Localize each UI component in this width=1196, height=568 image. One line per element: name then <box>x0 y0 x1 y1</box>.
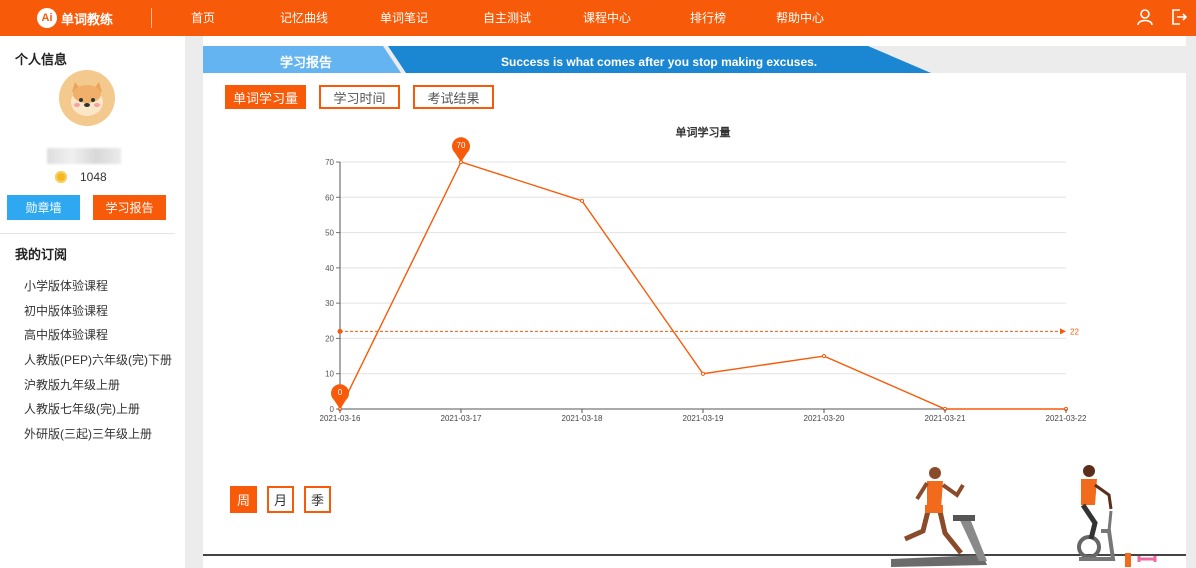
main-content: 学习报告 Success is what comes after you sto… <box>203 36 1186 568</box>
subscription-item[interactable]: 小学版体验课程 <box>24 277 108 294</box>
coin-icon <box>55 171 67 183</box>
subscription-item[interactable]: 初中版体验课程 <box>24 302 108 319</box>
x-tick-label: 2021-03-17 <box>441 414 482 423</box>
right-gutter <box>1186 36 1196 568</box>
max-marker-label: 70 <box>457 141 466 150</box>
subscriptions-heading: 我的订阅 <box>15 247 68 262</box>
y-tick-label: 70 <box>325 158 334 167</box>
nav-ranking[interactable]: 排行榜 <box>690 0 726 36</box>
logo-divider <box>151 8 152 28</box>
x-tick-label: 2021-03-18 <box>562 414 603 423</box>
coin-count: 1048 <box>80 170 107 184</box>
data-point <box>700 371 706 376</box>
nav-word-notes[interactable]: 单词笔记 <box>380 0 428 36</box>
exercise-illustration <box>891 465 1157 567</box>
logout-icon[interactable] <box>1170 8 1188 26</box>
dog-avatar-icon <box>71 82 103 116</box>
y-tick-label: 50 <box>325 229 334 238</box>
logo-badge: Ai <box>37 8 57 28</box>
nav-home[interactable]: 首页 <box>191 0 215 36</box>
nav-help-center[interactable]: 帮助中心 <box>776 0 824 36</box>
x-tick-label: 2021-03-22 <box>1046 414 1087 423</box>
treadmill-icon <box>891 515 987 567</box>
average-label: 22 <box>1070 327 1079 336</box>
nav-self-test[interactable]: 自主测试 <box>483 0 531 36</box>
subscription-item[interactable]: 人教版(PEP)六年级(完)下册 <box>24 351 172 368</box>
period-month-button[interactable]: 月 <box>267 486 294 513</box>
x-tick-label: 2021-03-19 <box>683 414 724 423</box>
data-point <box>821 353 827 359</box>
average-arrow <box>1060 328 1066 335</box>
profile-heading: 个人信息 <box>15 52 68 67</box>
top-navbar: Ai 单词教练 首页 记忆曲线 单词笔记 自主测试 课程中心 排行榜 帮助中心 <box>0 0 1196 36</box>
study-report-button[interactable]: 学习报告 <box>93 195 166 220</box>
user-icon[interactable] <box>1136 8 1154 26</box>
period-season-button[interactable]: 季 <box>304 486 331 513</box>
avatar[interactable] <box>59 70 115 126</box>
period-week-button[interactable]: 周 <box>230 486 257 513</box>
average-start-point <box>337 328 343 334</box>
dumbbell-icon <box>1137 556 1157 562</box>
left-gutter <box>185 36 203 568</box>
nav-course-center[interactable]: 课程中心 <box>583 0 631 36</box>
y-tick-label: 30 <box>325 299 334 308</box>
nav-memory-curve[interactable]: 记忆曲线 <box>280 0 328 36</box>
app-logo[interactable]: Ai 单词教练 <box>37 8 113 28</box>
runner-icon <box>903 467 965 555</box>
data-point <box>579 198 585 203</box>
username-blurred <box>47 148 121 164</box>
y-tick-label: 10 <box>325 370 334 379</box>
badge-wall-button[interactable]: 勋章墙 <box>7 195 80 220</box>
exercise-bike-icon <box>1077 465 1116 561</box>
sidebar-divider <box>0 233 175 234</box>
subscription-item[interactable]: 沪教版九年级上册 <box>24 376 120 393</box>
water-bottle-icon <box>1125 553 1131 567</box>
word-count-chart: 单词学习量 0 10 20 30 40 50 60 70 22 2021-03-16 2021-… <box>320 125 1087 423</box>
x-tick-label: 2021-03-16 <box>320 414 361 423</box>
y-tick-label: 20 <box>325 334 334 343</box>
x-tick-label: 2021-03-20 <box>804 414 845 423</box>
y-tick-label: 40 <box>325 264 334 273</box>
chart-title: 单词学习量 <box>676 125 731 139</box>
y-tick-label: 60 <box>325 193 334 202</box>
min-marker-label: 0 <box>338 388 343 397</box>
x-tick-label: 2021-03-21 <box>925 414 966 423</box>
subscription-item[interactable]: 外研版(三起)三年级上册 <box>24 425 152 442</box>
subscription-item[interactable]: 高中版体验课程 <box>24 326 108 343</box>
subscription-item[interactable]: 人教版七年级(完)上册 <box>24 400 140 417</box>
logo-text: 单词教练 <box>61 11 114 27</box>
y-tick-label: 0 <box>330 405 335 414</box>
sidebar: 个人信息 1048 勋章墙 学习报告 我的订阅 小学版体验课程 初中版体验课程 … <box>0 36 185 568</box>
